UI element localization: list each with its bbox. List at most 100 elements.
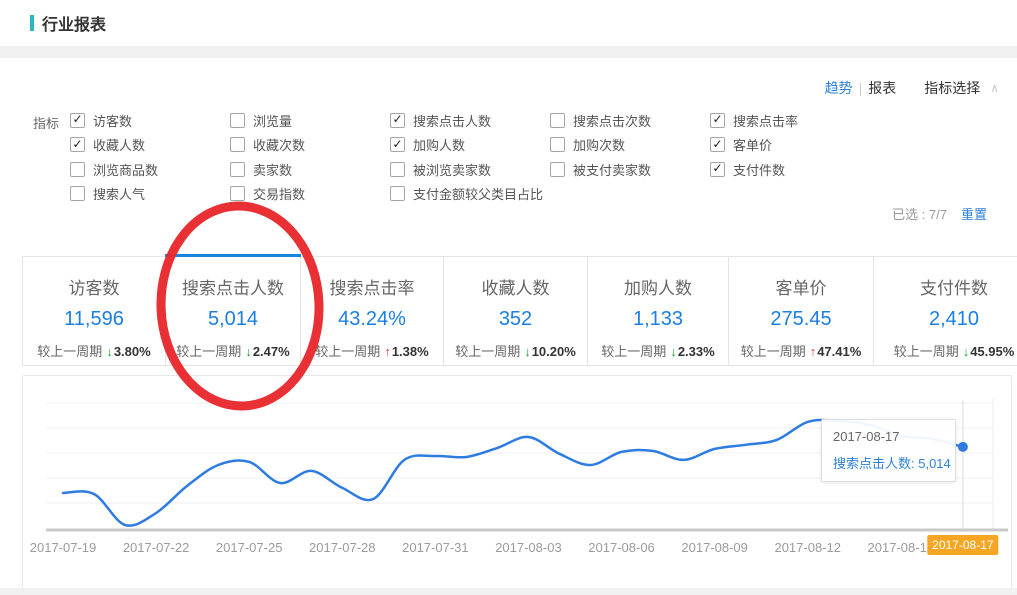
checkbox[interactable]: ✓ (710, 137, 725, 152)
checkbox[interactable]: ✓ (70, 186, 85, 201)
metric-card-change: 较上一周期 ↑47.41% (729, 341, 873, 360)
report-view-link[interactable]: 报表 (868, 78, 896, 98)
metric-checkbox-item[interactable]: ✓加购人数 (390, 133, 550, 158)
metric-checkbox-item[interactable]: ✓ 被支付卖家数 (550, 157, 710, 182)
checkbox[interactable]: ✓ (70, 113, 85, 128)
footer-band (0, 588, 1017, 595)
compare-prefix: 较上一周期 (37, 344, 102, 359)
metric-checkbox-item[interactable]: ✓ 搜索人气 (70, 182, 230, 207)
checkbox[interactable]: ✓ (390, 162, 405, 177)
metric-filter-column: ✓搜索点击人数✓加购人数✓被浏览卖家数✓支付金额较父类目占比 (390, 108, 550, 206)
metric-checkbox-item[interactable]: ✓ 收藏人数 (70, 133, 230, 158)
toolbar-divider: | (859, 80, 863, 96)
metric-card-value: 43.24% (301, 308, 443, 331)
check-icon: ✓ (392, 113, 402, 125)
selected-count: 已选 : 7/7 (892, 204, 947, 223)
metric-card-change: 较上一周期↓10.20% (444, 341, 587, 360)
checkbox[interactable]: ✓ (230, 113, 245, 128)
metric-checkbox-item[interactable]: ✓支付金额较父类目占比 (390, 182, 550, 207)
x-axis-tick-label: 2017-08-09 (681, 540, 748, 555)
checkbox[interactable]: ✓ (550, 162, 565, 177)
view-toolbar: 趋势 | 报表 指标选择 ∧ (825, 78, 999, 98)
industry-report-page: 行业报表 趋势 | 报表 指标选择 ∧ 指标 ✓访客数✓收藏人数✓浏览商品数✓搜… (0, 0, 1017, 595)
change-percent: 47.41% (817, 344, 861, 359)
metric-card-title: 客单价 (729, 274, 873, 299)
checkbox-label: 被支付卖家数 (573, 160, 651, 179)
metric-card[interactable]: 支付件数2,410较上一周期↓45.95% (874, 257, 1017, 365)
checkbox[interactable]: ✓ (550, 137, 565, 152)
metric-checkbox-item[interactable]: ✓卖家数 (230, 157, 390, 182)
metric-checkbox-item[interactable]: ✓搜索点击率 (710, 108, 1010, 133)
metric-checkbox-item[interactable]: ✓ 浏览量 (230, 108, 390, 133)
checkbox-label: 搜索人气 (93, 184, 145, 203)
checkbox[interactable]: ✓ (70, 137, 85, 152)
metric-card[interactable]: 访客数11,596较上一周期↓3.80% (23, 257, 166, 365)
checkbox[interactable]: ✓ (390, 137, 405, 152)
metric-card-title: 支付件数 (874, 274, 1017, 299)
metric-card-change: 较上一周期↓45.95% (874, 341, 1017, 360)
metric-filter-column: ✓访客数✓收藏人数✓浏览商品数✓搜索人气 (70, 108, 230, 206)
reset-button[interactable]: 重置 (961, 204, 987, 223)
metric-checkbox-item[interactable]: ✓ 交易指数 (230, 182, 390, 207)
arrow-down-icon: ↓ (670, 344, 677, 359)
check-icon: ✓ (392, 138, 402, 150)
compare-prefix: 较上一周期 (455, 344, 520, 359)
metric-checkbox-item[interactable]: ✓ 客单价 (710, 133, 1010, 158)
metric-checkbox-item[interactable]: ✓ 收藏次数 (230, 133, 390, 158)
arrow-up-icon: ↑ (810, 344, 817, 359)
selected-card-indicator (165, 254, 301, 257)
checkbox-label: 被浏览卖家数 (413, 160, 491, 179)
checkbox-label: 客单价 (733, 135, 772, 154)
checkbox-label: 支付件数 (733, 160, 785, 179)
trend-line-chart[interactable]: 2017-07-192017-07-222017-07-252017-07-28… (23, 376, 1011, 589)
page-header: 行业报表 (0, 0, 1017, 46)
metric-card-value: 1,133 (588, 308, 728, 331)
change-percent: 3.80% (114, 344, 151, 359)
chart-tooltip: 2017-08-17 搜索点击人数: 5,014 (821, 419, 956, 482)
metric-select-toggle[interactable]: 指标选择 (924, 78, 980, 98)
check-icon: ✓ (72, 113, 82, 125)
checkbox-label: 交易指数 (253, 184, 305, 203)
metric-card[interactable]: 收藏人数352较上一周期↓10.20% (444, 257, 588, 365)
checkbox[interactable]: ✓ (710, 162, 725, 177)
arrow-up-icon: ↑ (384, 344, 391, 359)
compare-prefix: 较上一周期 (894, 344, 959, 359)
header-divider-band (0, 46, 1017, 58)
metric-checkbox-item[interactable]: ✓ 加购次数 (550, 133, 710, 158)
metric-card[interactable]: 搜索点击率43.24%较上一周期↑1.38% (301, 257, 444, 365)
metric-card[interactable]: 加购人数1,133较上一周期↓2.33% (588, 257, 729, 365)
metric-card-title: 搜索点击率 (301, 274, 443, 299)
checkbox-label: 加购次数 (573, 135, 625, 154)
tooltip-series-value: 搜索点击人数: 5,014 (833, 453, 944, 472)
checkbox-label: 搜索点击人数 (413, 111, 491, 130)
metric-card[interactable]: 搜索点击人数5,014较上一周期↓2.47% (166, 257, 301, 365)
check-icon: ✓ (72, 138, 82, 150)
checkbox-label: 浏览量 (253, 111, 292, 130)
arrow-down-icon: ↓ (524, 344, 531, 359)
x-axis-tick-label: 2017-08-06 (588, 540, 655, 555)
selection-summary: 已选 : 7/7 重置 (892, 204, 987, 223)
metric-card[interactable]: 客单价275.45较上一周期↑47.41% (729, 257, 874, 365)
metric-checkbox-item[interactable]: ✓ 搜索点击人数 (390, 108, 550, 133)
checkbox[interactable]: ✓ (550, 113, 565, 128)
checkbox-label: 搜索点击次数 (573, 111, 651, 130)
checkbox[interactable]: ✓ (230, 162, 245, 177)
checkbox-label: 收藏次数 (253, 135, 305, 154)
trend-view-link[interactable]: 趋势 (825, 78, 853, 98)
metric-checkbox-item[interactable]: ✓ 被浏览卖家数 (390, 157, 550, 182)
checkbox[interactable]: ✓ (230, 186, 245, 201)
checkbox[interactable]: ✓ (390, 186, 405, 201)
metric-checkbox-item[interactable]: ✓浏览商品数 (70, 157, 230, 182)
x-axis-tick-label: 2017-07-22 (123, 540, 190, 555)
compare-prefix: 较上一周期 (741, 344, 806, 359)
metric-checkbox-item[interactable]: ✓访客数 (70, 108, 230, 133)
checkbox[interactable]: ✓ (390, 113, 405, 128)
checkbox[interactable]: ✓ (230, 137, 245, 152)
checkbox[interactable]: ✓ (70, 162, 85, 177)
checkbox[interactable]: ✓ (710, 113, 725, 128)
chevron-up-icon[interactable]: ∧ (990, 81, 999, 95)
checkbox-label: 收藏人数 (93, 135, 145, 154)
metric-card-title: 收藏人数 (444, 274, 587, 299)
metric-checkbox-item[interactable]: ✓ 搜索点击次数 (550, 108, 710, 133)
metric-checkbox-item[interactable]: ✓ 支付件数 (710, 157, 1010, 182)
